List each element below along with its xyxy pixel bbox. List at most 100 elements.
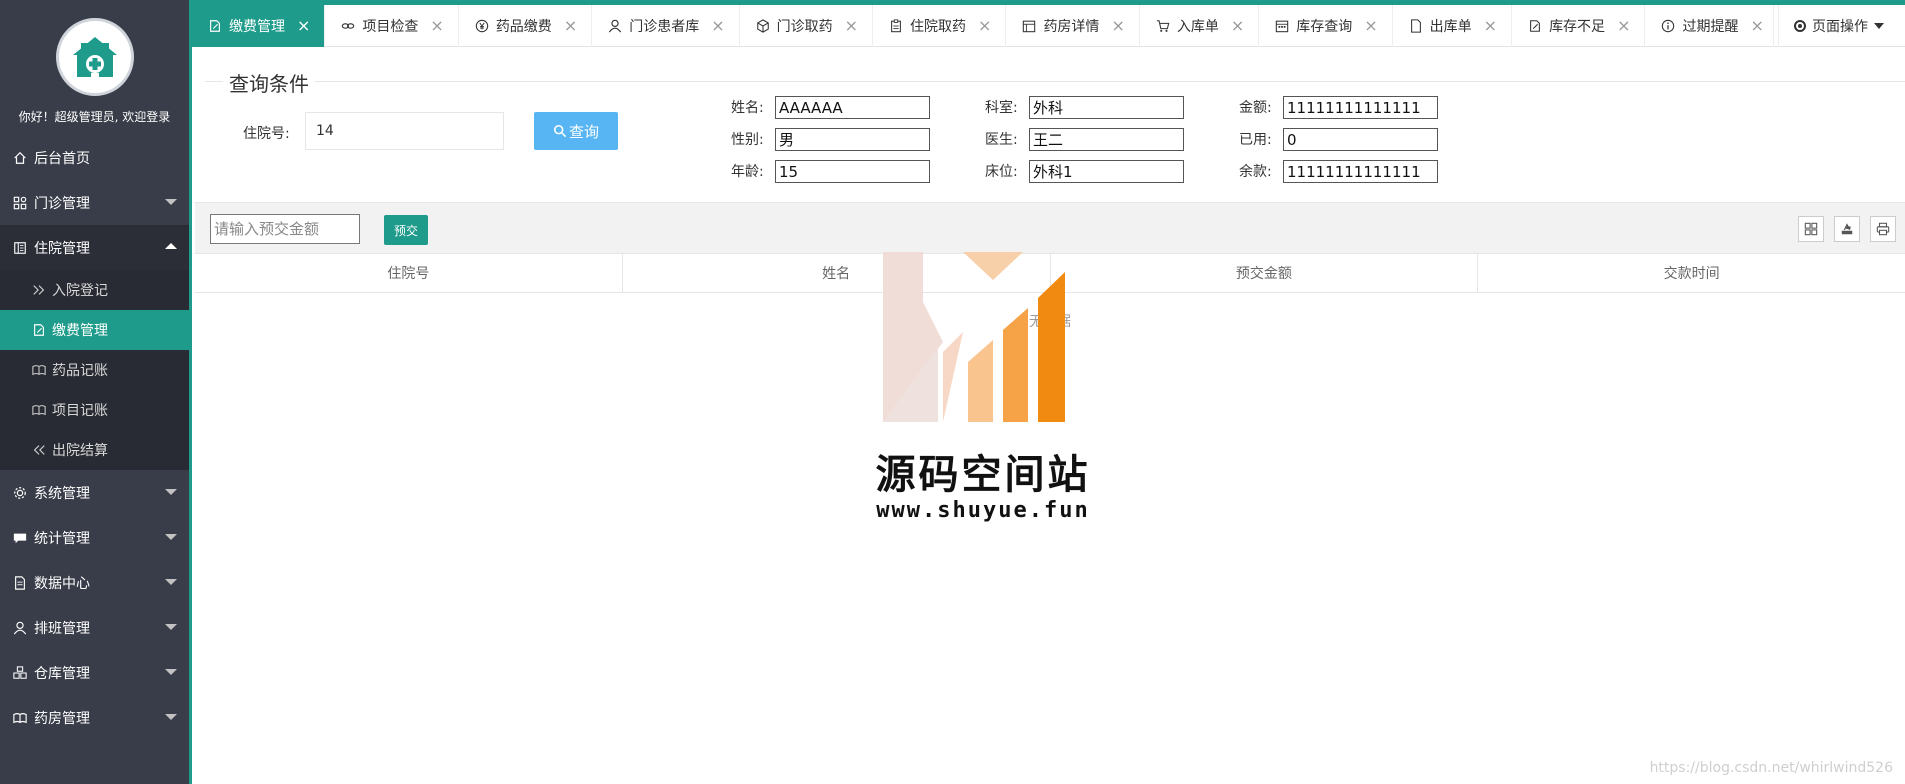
sidebar-item-label: 后台首页	[34, 150, 90, 167]
bed-field[interactable]	[1029, 160, 1184, 183]
sidebar-item-system[interactable]: 系统管理	[0, 470, 189, 515]
tab-label: 库存查询	[1296, 19, 1353, 35]
close-icon[interactable]: ×	[1617, 18, 1630, 34]
search-button[interactable]: 查询	[534, 112, 618, 150]
sidebar-subitem-label: 项目记账	[52, 403, 108, 419]
hosp-number-label: 住院号:	[243, 126, 290, 142]
used-field[interactable]	[1283, 128, 1438, 151]
cube-icon	[756, 18, 772, 34]
double-chevron-right-icon	[32, 282, 48, 298]
close-icon[interactable]: ×	[297, 18, 310, 34]
sidebar-item-inpatient[interactable]: 住院管理	[0, 225, 189, 270]
tab-label: 出库单	[1429, 19, 1472, 35]
chevron-down-icon	[1874, 23, 1884, 29]
search-icon	[553, 124, 567, 138]
user-icon	[12, 620, 28, 636]
name-label: 姓名:	[731, 100, 764, 116]
sidebar-item-label: 系统管理	[34, 485, 90, 502]
sidebar-item-statistics[interactable]: 统计管理	[0, 515, 189, 560]
watermark-url: www.shuyue.fun	[876, 498, 1090, 523]
amount-field[interactable]	[1283, 96, 1438, 119]
close-icon[interactable]: ×	[1364, 18, 1377, 34]
tab-low-stock[interactable]: 库存不足 ×	[1512, 5, 1646, 47]
close-icon[interactable]: ×	[1231, 18, 1244, 34]
tab-bar: 缴费管理 × 项目检查 × 药品缴费 × 门诊患者库 × 门诊取药 × 住院取药…	[192, 5, 1905, 47]
chat-icon	[12, 530, 28, 546]
sidebar-item-label: 住院管理	[34, 240, 90, 257]
calendar-icon	[1022, 18, 1038, 34]
sidebar-item-label: 统计管理	[34, 530, 90, 547]
tab-pharmacy-details[interactable]: 药房详情 ×	[1006, 5, 1140, 47]
close-icon[interactable]: ×	[711, 18, 724, 34]
close-icon[interactable]: ×	[978, 18, 991, 34]
close-icon[interactable]: ×	[845, 18, 858, 34]
tab-label: 门诊取药	[776, 19, 833, 35]
tab-inpatient-dispense[interactable]: 住院取药 ×	[873, 5, 1007, 47]
doctor-field[interactable]	[1029, 128, 1184, 151]
yen-icon	[475, 18, 491, 34]
sidebar: 你好！超级管理员, 欢迎登录 后台首页 门诊管理 住院管理 入院登记 缴费管理 …	[0, 0, 192, 784]
sidebar-subitem-item-billing[interactable]: 项目记账	[0, 390, 189, 430]
tab-project-check[interactable]: 项目检查 ×	[325, 5, 459, 47]
sidebar-subitem-admission[interactable]: 入院登记	[0, 270, 189, 310]
tab-inventory-query[interactable]: 库存查询 ×	[1259, 5, 1393, 47]
watermark-title: 源码空间站	[875, 452, 1091, 498]
tab-label: 项目检查	[362, 19, 419, 35]
used-label: 已用:	[1239, 132, 1272, 148]
chevron-down-icon	[165, 624, 177, 630]
prepay-amount-input[interactable]	[210, 214, 360, 244]
sidebar-item-data-center[interactable]: 数据中心	[0, 560, 189, 605]
balance-field[interactable]	[1283, 160, 1438, 183]
tab-payment-management[interactable]: 缴费管理 ×	[192, 5, 326, 47]
close-icon[interactable]: ×	[564, 18, 577, 34]
book-icon	[32, 362, 48, 378]
age-field[interactable]	[775, 160, 930, 183]
tab-drug-payment[interactable]: 药品缴费 ×	[459, 5, 593, 47]
sidebar-item-home[interactable]: 后台首页	[0, 135, 189, 180]
columns-icon[interactable]	[1798, 216, 1824, 242]
col-hosp-number[interactable]: 住院号	[195, 254, 623, 292]
close-icon[interactable]: ×	[1111, 18, 1124, 34]
tab-stock-out[interactable]: 出库单 ×	[1393, 5, 1513, 47]
tab-expiry-reminder[interactable]: 过期提醒 ×	[1645, 5, 1779, 47]
sidebar-subitem-discharge[interactable]: 出院结算	[0, 430, 189, 470]
tab-label: 门诊患者库	[629, 19, 700, 35]
info-icon	[1661, 18, 1677, 34]
hosp-number-input[interactable]	[305, 112, 504, 150]
gender-label: 性别:	[731, 132, 764, 148]
close-icon[interactable]: ×	[430, 18, 443, 34]
boxes-icon	[12, 665, 28, 681]
export-icon[interactable]	[1834, 216, 1860, 242]
close-icon[interactable]: ×	[1750, 18, 1763, 34]
tab-stock-in[interactable]: 入库单 ×	[1140, 5, 1260, 47]
sidebar-subitem-label: 出院结算	[52, 443, 108, 459]
sidebar-subitem-label: 缴费管理	[52, 323, 108, 339]
prepay-button[interactable]: 预交	[384, 215, 428, 245]
tab-outpatient-dispense[interactable]: 门诊取药 ×	[740, 5, 874, 47]
clipboard-icon	[889, 18, 905, 34]
tab-outpatient-library[interactable]: 门诊患者库 ×	[592, 5, 740, 47]
sidebar-item-warehouse[interactable]: 仓库管理	[0, 650, 189, 695]
building-icon	[12, 240, 28, 256]
sidebar-item-pharmacy[interactable]: 药房管理	[0, 695, 189, 740]
department-field[interactable]	[1029, 96, 1184, 119]
apps-icon	[12, 195, 28, 211]
inpatient-submenu: 入院登记 缴费管理 药品记账 项目记账 出院结算	[0, 270, 189, 470]
sidebar-subitem-drug-billing[interactable]: 药品记账	[0, 350, 189, 390]
page-operations-dropdown[interactable]: 页面操作	[1773, 5, 1905, 47]
book-icon	[32, 402, 48, 418]
sidebar-item-outpatient[interactable]: 门诊管理	[0, 180, 189, 225]
edit-doc-icon	[208, 18, 224, 34]
gender-field[interactable]	[775, 128, 930, 151]
tab-label: 药房详情	[1043, 19, 1100, 35]
sidebar-item-scheduling[interactable]: 排班管理	[0, 605, 189, 650]
query-fieldset-line	[205, 81, 1905, 82]
page-operations-label: 页面操作	[1812, 19, 1868, 35]
print-icon[interactable]	[1870, 216, 1896, 242]
col-payment-time[interactable]: 交款时间	[1478, 254, 1905, 292]
close-icon[interactable]: ×	[1484, 18, 1497, 34]
sidebar-subitem-payment[interactable]: 缴费管理	[0, 310, 189, 350]
name-field[interactable]	[775, 96, 930, 119]
sidebar-subitem-label: 入院登记	[52, 283, 108, 299]
target-icon	[1794, 20, 1806, 32]
